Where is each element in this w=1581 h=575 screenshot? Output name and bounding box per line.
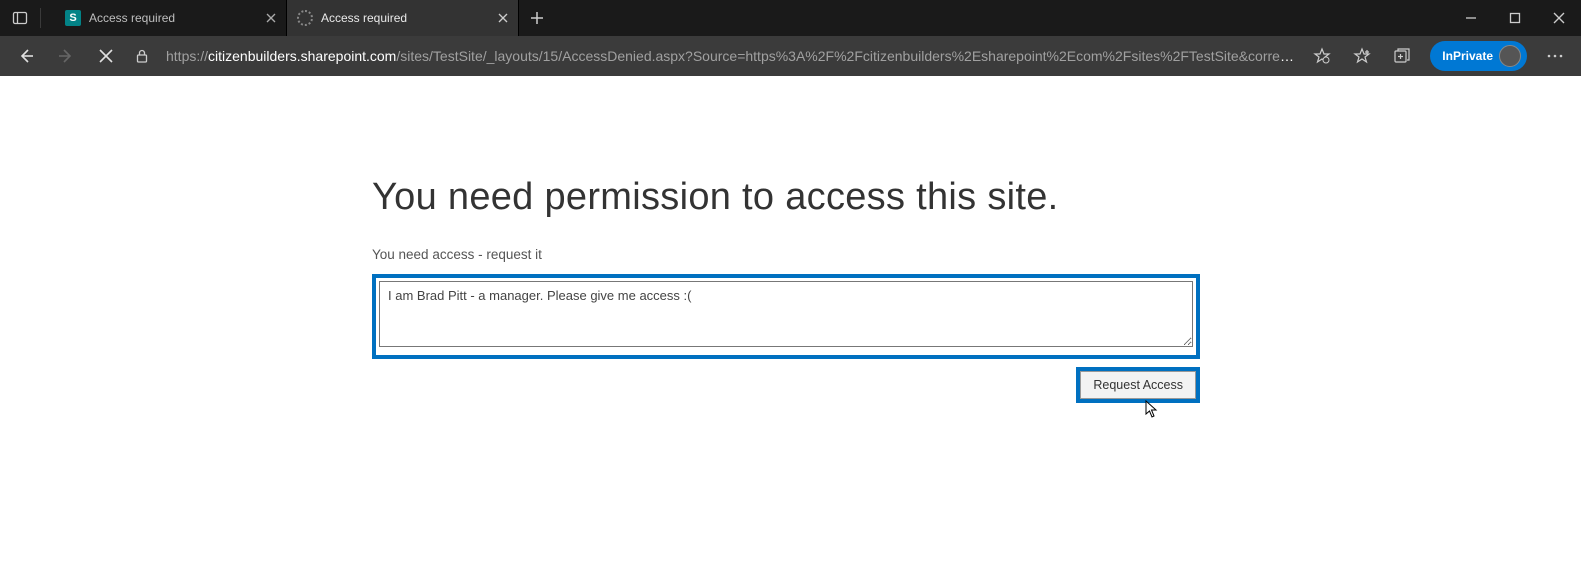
close-window-button[interactable] [1537, 0, 1581, 36]
textarea-highlight [372, 274, 1200, 359]
site-info-button[interactable] [128, 42, 156, 70]
inprivate-label: InPrivate [1442, 49, 1493, 63]
more-icon [1546, 53, 1564, 59]
url-path: /sites/TestSite/_layouts/15/AccessDenied… [396, 48, 1294, 64]
loading-icon [297, 10, 313, 26]
minimize-button[interactable] [1449, 0, 1493, 36]
url-domain: citizenbuilders.sharepoint.com [208, 48, 396, 64]
star-add-icon [1353, 47, 1371, 65]
tab-2[interactable]: Access required [287, 0, 519, 36]
address-field[interactable]: https://citizenbuilders.sharepoint.com/s… [160, 48, 1300, 64]
maximize-button[interactable] [1493, 0, 1537, 36]
tab-title: Access required [89, 11, 258, 25]
forward-button[interactable] [48, 40, 84, 72]
star-tracking-icon [1313, 47, 1331, 65]
close-tab-icon[interactable] [266, 13, 276, 23]
favorites-button[interactable] [1344, 40, 1380, 72]
arrow-left-icon [17, 47, 35, 65]
sharepoint-icon: S [65, 10, 81, 26]
tab-title: Access required [321, 11, 490, 25]
page-subtext: You need access - request it [372, 247, 1200, 262]
tracking-prevention-button[interactable] [1304, 40, 1340, 72]
address-bar: https://citizenbuilders.sharepoint.com/s… [0, 36, 1581, 76]
tabs: S Access required Access required [55, 0, 555, 36]
request-access-button[interactable]: Request Access [1080, 371, 1196, 399]
collections-icon [1393, 47, 1411, 65]
tab-actions-button[interactable] [10, 8, 30, 28]
tab-actions-icon [12, 10, 28, 26]
arrow-right-icon [57, 47, 75, 65]
back-button[interactable] [8, 40, 44, 72]
titlebar: S Access required Access required [0, 0, 1581, 36]
new-tab-button[interactable] [519, 0, 555, 36]
minimize-icon [1465, 12, 1477, 24]
plus-icon [530, 11, 544, 25]
tab-1[interactable]: S Access required [55, 0, 287, 36]
maximize-icon [1509, 12, 1521, 24]
button-highlight: Request Access [1076, 367, 1200, 403]
request-message-input[interactable] [379, 281, 1193, 347]
cursor-icon [1145, 400, 1159, 418]
page-heading: You need permission to access this site. [372, 176, 1200, 219]
close-tab-icon[interactable] [498, 13, 508, 23]
stop-button[interactable] [88, 40, 124, 72]
close-icon [1553, 12, 1565, 24]
settings-button[interactable] [1537, 40, 1573, 72]
collections-button[interactable] [1384, 40, 1420, 72]
stop-icon [99, 49, 113, 63]
url-scheme: https:// [166, 48, 208, 64]
profile-avatar-icon [1499, 45, 1521, 67]
inprivate-badge[interactable]: InPrivate [1430, 41, 1527, 71]
lock-icon [134, 48, 150, 64]
page-content: You need permission to access this site.… [0, 76, 1581, 575]
